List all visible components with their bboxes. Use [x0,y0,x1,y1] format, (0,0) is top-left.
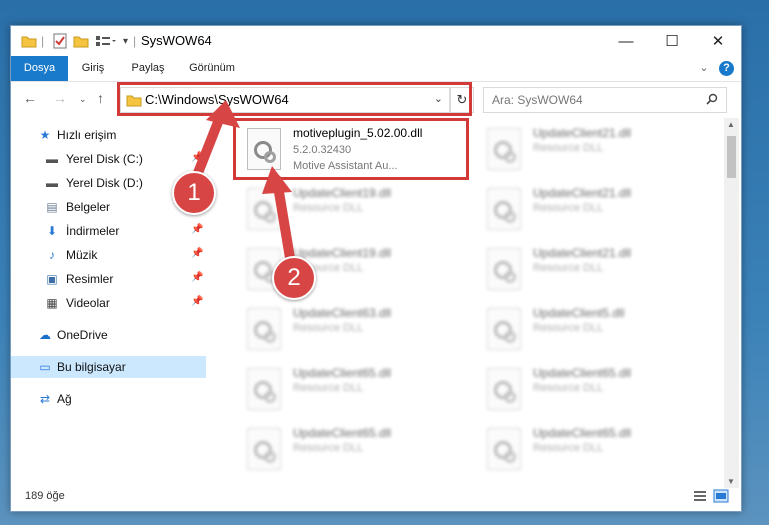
step-badge-1: 1 [172,171,216,215]
step-badge-2: 2 [272,256,316,300]
annotation-arrows [191,100,295,263]
